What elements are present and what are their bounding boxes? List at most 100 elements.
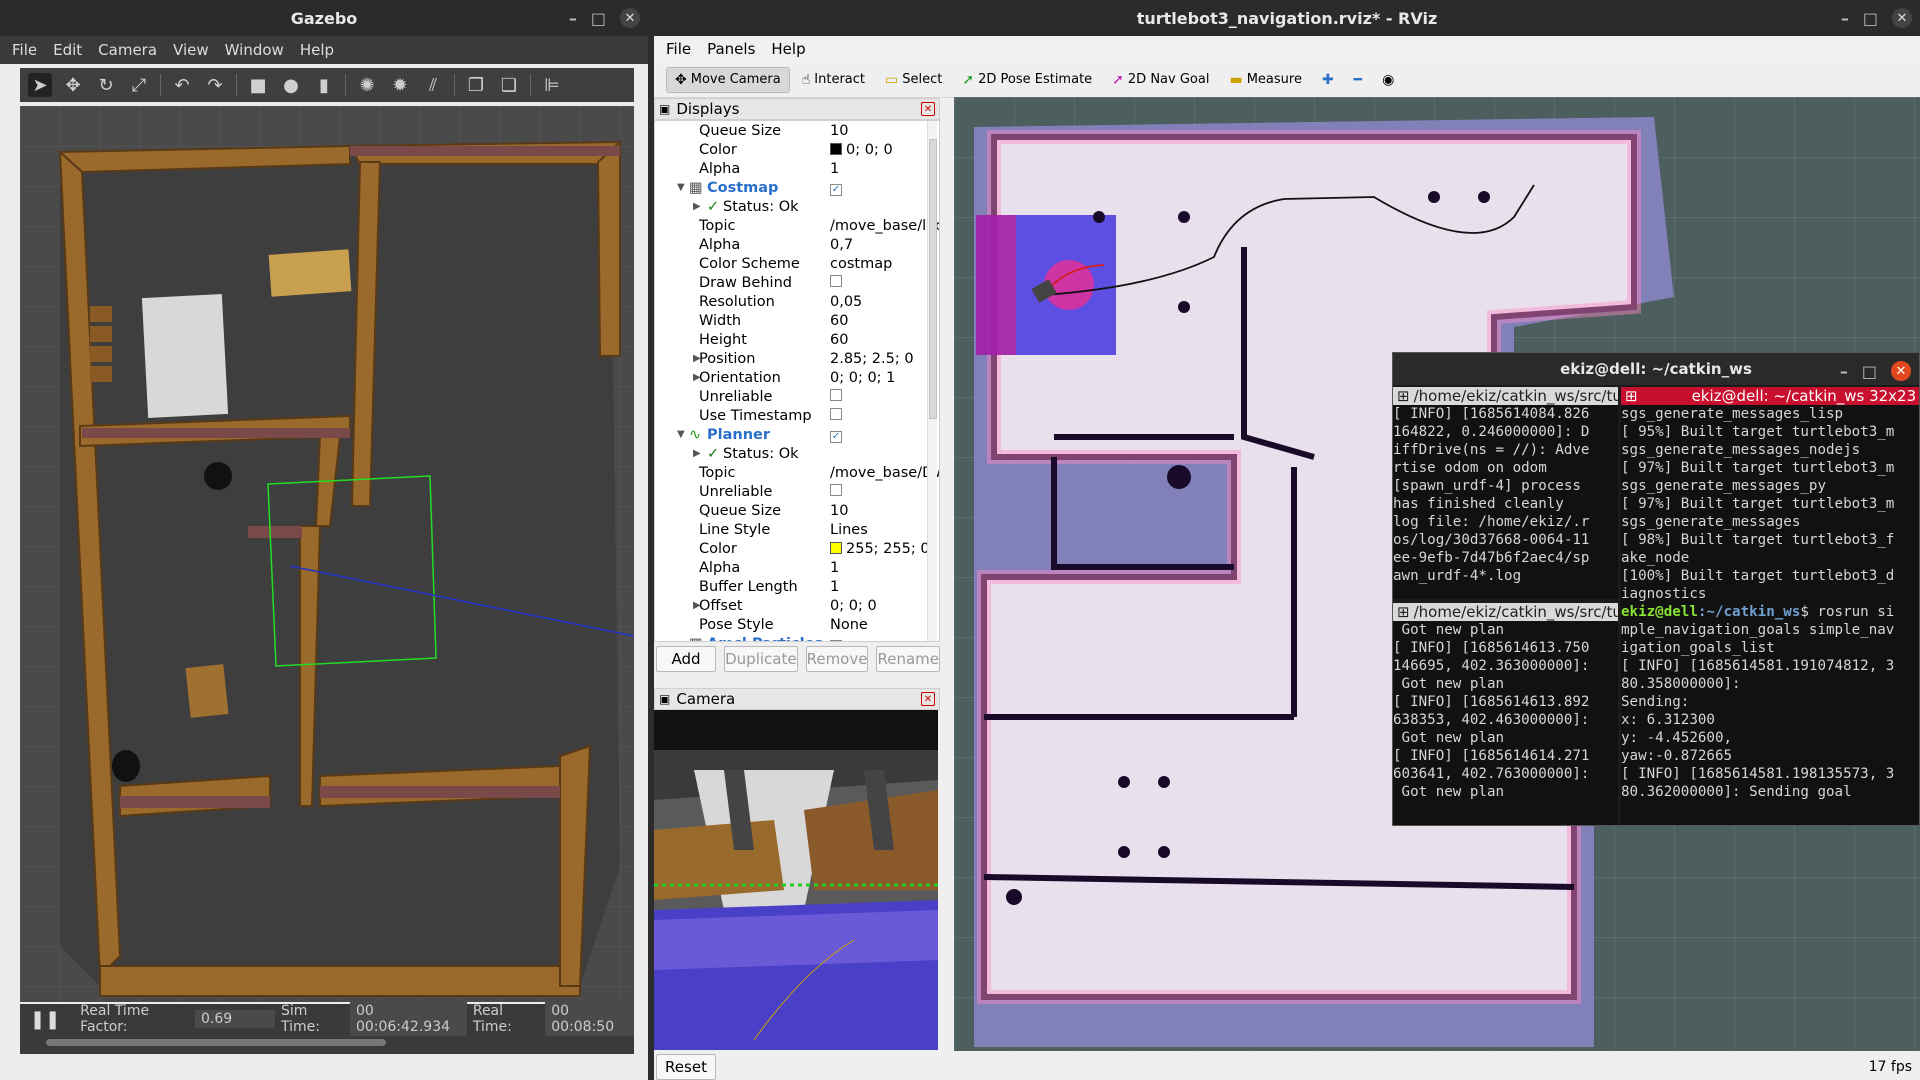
copy-icon[interactable]: ❐ bbox=[464, 73, 488, 97]
menu-camera[interactable]: Camera bbox=[92, 39, 163, 61]
property-row[interactable]: Alpha 1 bbox=[655, 159, 939, 178]
property-row[interactable]: Use Timestamp bbox=[655, 406, 939, 425]
property-row[interactable]: Buffer Length 1 bbox=[655, 577, 939, 596]
property-value[interactable]: 1 bbox=[830, 161, 839, 177]
terminal-pane-3[interactable]: ⊞ ekiz@dell: ~/catkin_ws 32x23 sgs_gener… bbox=[1621, 387, 1919, 825]
point-light-icon[interactable]: ✺ bbox=[355, 73, 379, 97]
paste-icon[interactable]: ❏ bbox=[497, 73, 521, 97]
property-row[interactable]: Width 60 bbox=[655, 311, 939, 330]
terminal-pane-1[interactable]: ⊞ /home/ekiz/catkin_ws/src/tur [ INFO] [… bbox=[1393, 387, 1618, 599]
property-row[interactable]: Alpha 0,7 bbox=[655, 235, 939, 254]
gazebo-3d-scene[interactable] bbox=[20, 106, 634, 1002]
property-row[interactable]: Height 60 bbox=[655, 330, 939, 349]
planner-display[interactable]: ▼ ∿ Planner ✓ bbox=[655, 425, 939, 444]
tool-pose-estimate[interactable]: ➚ 2D Pose Estimate bbox=[954, 68, 1100, 92]
costmap-display[interactable]: ▼ ▦ Costmap ✓ bbox=[655, 178, 939, 197]
menu-file[interactable]: File bbox=[6, 39, 43, 61]
pause-icon[interactable]: ❚❚ bbox=[30, 1009, 60, 1030]
close-icon[interactable]: ✕ bbox=[620, 8, 640, 28]
menu-help[interactable]: Help bbox=[294, 39, 340, 61]
checkbox-checked[interactable]: ✓ bbox=[830, 430, 842, 443]
cylinder-shape-icon[interactable]: ▮ bbox=[312, 73, 336, 97]
amcl-particles-display[interactable]: ▦ Amcl Particles ✓ bbox=[655, 634, 939, 641]
collapse-arrow-icon[interactable]: ▼ bbox=[677, 429, 685, 440]
reset-button[interactable]: Reset bbox=[656, 1054, 716, 1080]
expand-arrow-icon[interactable]: ▶ bbox=[693, 201, 701, 212]
property-row[interactable]: Resolution 0,05 bbox=[655, 292, 939, 311]
property-row[interactable]: Queue Size 10 bbox=[655, 121, 939, 140]
property-row[interactable]: Alpha 1 bbox=[655, 558, 939, 577]
property-value[interactable]: 255; 255; 0 bbox=[830, 541, 930, 557]
checkbox-unchecked[interactable] bbox=[830, 483, 842, 496]
tool-nav-goal[interactable]: ➚ 2D Nav Goal bbox=[1104, 68, 1217, 92]
property-row[interactable]: Pose Style None bbox=[655, 615, 939, 634]
property-value[interactable]: ✓ bbox=[830, 636, 842, 641]
minimize-icon[interactable]: – bbox=[1840, 362, 1848, 381]
maximize-icon[interactable]: □ bbox=[1863, 9, 1878, 28]
property-value[interactable]: ✓ bbox=[830, 427, 842, 443]
menu-help[interactable]: Help bbox=[765, 38, 811, 60]
menu-edit[interactable]: Edit bbox=[47, 39, 88, 61]
duplicate-button[interactable]: Duplicate bbox=[724, 646, 798, 672]
displays-tree[interactable]: Queue Size 10 Color 0; 0; 0 Alpha 1 ▼ ▦ Costmap… bbox=[654, 120, 940, 642]
directional-light-icon[interactable]: ⫽ bbox=[421, 73, 445, 97]
property-value[interactable]: 0; 0; 0 bbox=[830, 142, 893, 158]
checkbox-unchecked[interactable] bbox=[830, 388, 842, 401]
camera-type-button[interactable]: ◉ bbox=[1374, 68, 1402, 92]
box-shape-icon[interactable]: ■ bbox=[246, 73, 270, 97]
checkbox-checked[interactable]: ✓ bbox=[830, 639, 842, 641]
expand-arrow-icon[interactable]: ▶ bbox=[693, 448, 701, 459]
property-value[interactable]: 0; 0; 0 bbox=[830, 598, 877, 614]
maximize-icon[interactable]: □ bbox=[1862, 362, 1877, 381]
remove-tool-button[interactable]: ━ bbox=[1346, 68, 1370, 92]
tool-move-camera[interactable]: ✥ Move Camera bbox=[666, 66, 790, 93]
tool-interact[interactable]: ☝ Interact bbox=[794, 68, 873, 92]
property-value[interactable]: 1 bbox=[830, 560, 839, 576]
close-panel-icon[interactable]: ✕ bbox=[921, 102, 935, 116]
property-value[interactable]: 60 bbox=[830, 332, 848, 348]
property-value[interactable]: 0,05 bbox=[830, 294, 862, 310]
property-value[interactable]: /move_base/local_c... bbox=[830, 218, 939, 234]
checkbox-unchecked[interactable] bbox=[830, 407, 842, 420]
remove-button[interactable]: Remove bbox=[805, 646, 869, 672]
property-value[interactable]: 10 bbox=[830, 503, 848, 519]
tool-measure[interactable]: ▬ Measure bbox=[1221, 68, 1309, 92]
property-row[interactable]: Topic/move_base/DWAPl... bbox=[655, 463, 939, 482]
property-row[interactable]: ▶ ✓ Status: Ok bbox=[655, 197, 939, 216]
select-arrow-icon[interactable]: ➤ bbox=[28, 73, 52, 97]
spot-light-icon[interactable]: ✹ bbox=[388, 73, 412, 97]
rotate-icon[interactable]: ↻ bbox=[94, 73, 118, 97]
rename-button[interactable]: Rename bbox=[876, 646, 940, 672]
close-icon[interactable]: ✕ bbox=[1891, 361, 1911, 381]
property-row[interactable]: ▶ ✓ Status: Ok bbox=[655, 444, 939, 463]
horizontal-scrollbar[interactable] bbox=[46, 1039, 386, 1046]
property-value[interactable] bbox=[830, 274, 842, 291]
property-value[interactable]: ✓ bbox=[830, 180, 842, 196]
property-value[interactable]: 10 bbox=[830, 123, 848, 139]
collapse-arrow-icon[interactable]: ▼ bbox=[677, 182, 685, 193]
property-row[interactable]: Line Style Lines bbox=[655, 520, 939, 539]
terminal-pane-2[interactable]: ⊞ /home/ekiz/catkin_ws/src/tur Got new p… bbox=[1393, 603, 1618, 825]
translate-icon[interactable]: ✥ bbox=[61, 73, 85, 97]
property-row[interactable]: Color 255; 255; 0 bbox=[655, 539, 939, 558]
close-panel-icon[interactable]: ✕ bbox=[921, 692, 935, 706]
checkbox-checked[interactable]: ✓ bbox=[830, 183, 842, 196]
tree-scrollbar[interactable] bbox=[927, 121, 937, 641]
minimize-icon[interactable]: – bbox=[1841, 9, 1849, 28]
add-tool-button[interactable]: ✚ bbox=[1314, 68, 1342, 92]
property-row[interactable]: Draw Behind bbox=[655, 273, 939, 292]
property-row[interactable]: Unreliable bbox=[655, 387, 939, 406]
property-value[interactable]: 1 bbox=[830, 579, 839, 595]
tool-select[interactable]: ▭ Select bbox=[877, 68, 950, 92]
sphere-shape-icon[interactable]: ● bbox=[279, 73, 303, 97]
maximize-icon[interactable]: □ bbox=[591, 9, 606, 28]
property-value[interactable]: 0,7 bbox=[830, 237, 853, 253]
property-value[interactable]: Lines bbox=[830, 522, 868, 538]
property-row[interactable]: ▶ Position 2.85; 2.5; 0 bbox=[655, 349, 939, 368]
scrollbar-thumb[interactable] bbox=[929, 139, 937, 419]
property-value[interactable]: 2.85; 2.5; 0 bbox=[830, 351, 914, 367]
gazebo-titlebar[interactable]: Gazebo – □ ✕ bbox=[0, 0, 648, 36]
property-row[interactable]: Unreliable bbox=[655, 482, 939, 501]
property-value[interactable] bbox=[830, 388, 842, 405]
property-row[interactable]: Color 0; 0; 0 bbox=[655, 140, 939, 159]
